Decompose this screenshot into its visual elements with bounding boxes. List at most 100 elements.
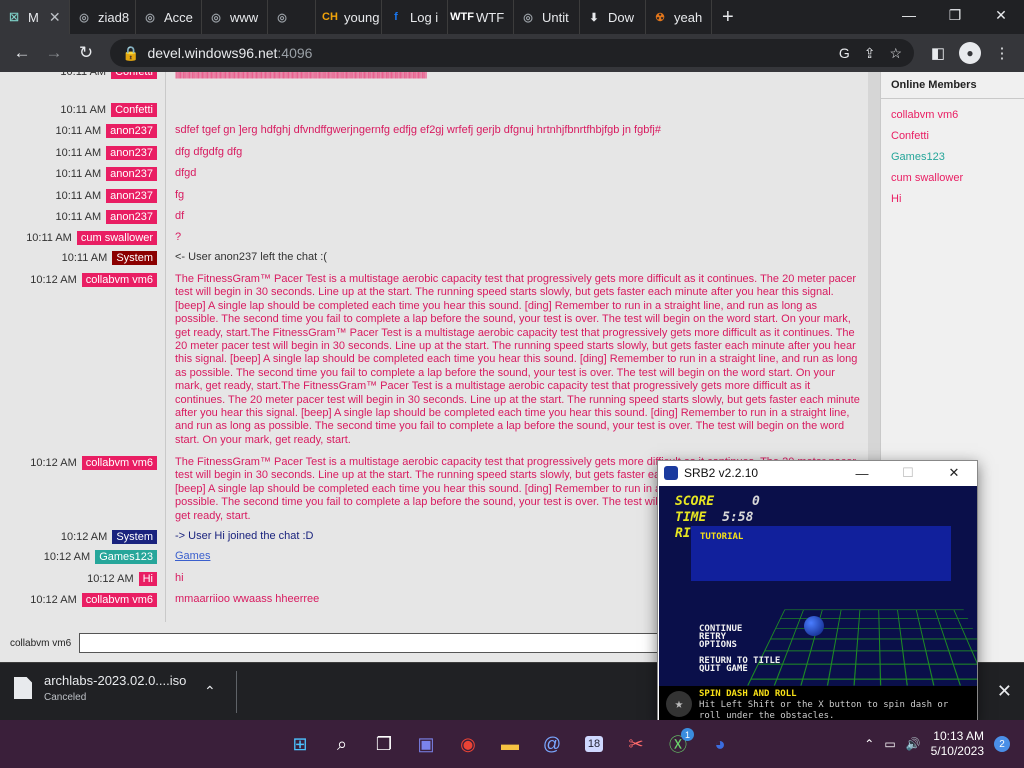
message-meta: 10:12 AM Hi — [87, 572, 157, 586]
message-text: ? — [175, 231, 182, 243]
online-members-heading: Online Members — [881, 72, 1024, 99]
volume-icon[interactable]: 🔊 — [906, 737, 921, 751]
xbox-icon[interactable]: Ⓧ 1 — [658, 724, 698, 764]
browser-tab[interactable]: WTF WTF — [448, 0, 514, 34]
search-icon[interactable]: ⌕ — [322, 724, 362, 764]
menu-quit-game[interactable]: QUIT GAME — [699, 665, 748, 674]
bookmark-star-icon[interactable]: ☆ — [889, 45, 902, 62]
windows-start-icon[interactable]: ⊞ — [280, 724, 320, 764]
message-username-badge[interactable]: anon237 — [106, 167, 157, 181]
member-item[interactable]: Hi — [891, 189, 1014, 210]
message-username-badge[interactable]: anon237 — [106, 210, 157, 224]
display-icon[interactable]: ▭ — [884, 737, 895, 751]
url-host: devel.windows96.net — [147, 45, 278, 61]
task-view-icon[interactable]: ❐ — [364, 724, 404, 764]
member-list: collabvm vm6 Confetti Games123 cum swallowe… — [881, 99, 1024, 216]
teams-chat-icon[interactable]: ▣ — [406, 724, 446, 764]
download-item[interactable]: archlabs-2023.02.0....iso Canceled — [14, 673, 186, 703]
message-text: fg — [175, 189, 185, 201]
close-window-icon[interactable]: ✕ — [978, 0, 1024, 30]
minimize-icon[interactable]: — — [886, 0, 932, 30]
browser-tab[interactable]: ☒ M ✕ — [0, 0, 70, 34]
message-username-badge[interactable]: cum swallower — [76, 231, 157, 245]
game-minimize-icon[interactable]: — — [839, 461, 885, 485]
message-username-badge[interactable]: anon237 — [106, 146, 157, 160]
address-bar[interactable]: 🔒 devel.windows96.net:4096 G ⇪ ☆ — [110, 39, 914, 67]
tab-label: Untit — [542, 9, 569, 25]
calendar-icon[interactable]: 18 — [574, 724, 614, 764]
game-canvas[interactable]: SCORE 0 TIME 5:58 RI TUTORIAL CONTINUE R… — [659, 486, 977, 721]
lock-icon[interactable]: 🔒 — [122, 45, 139, 62]
browser-tab[interactable]: ◎ ziad8 — [70, 0, 136, 34]
sonic-game-icon[interactable]: ◕ — [700, 724, 740, 764]
message-username-badge[interactable]: Confetti — [111, 72, 157, 79]
email-at-icon[interactable]: @ — [532, 724, 572, 764]
message-text: <- User anon237 left the chat :( — [175, 251, 327, 263]
game-titlebar[interactable]: SRB2 v2.2.10 — ☐ ✕ — [658, 461, 977, 485]
message-username-badge[interactable]: collabvm vm6 — [81, 273, 157, 287]
tab-favicon-icon: ◎ — [79, 11, 89, 24]
member-item[interactable]: cum swallower — [891, 168, 1014, 189]
message-text: dfg dfgdfg dfg — [175, 146, 243, 158]
side-panel-icon[interactable]: ◧ — [924, 39, 952, 67]
game-close-icon[interactable]: ✕ — [931, 461, 977, 485]
message-meta: 10:11 AM Confetti — [60, 103, 157, 117]
message-meta: 10:12 AM collabvm vm6 — [30, 273, 157, 287]
snipping-tool-icon[interactable]: ✂ — [616, 724, 656, 764]
tab-strip: ☒ M ✕ ◎ ziad8 ◎ Acce ◎ www ◎ CH young f Log i WTF WTF ◎ U… — [0, 0, 1024, 34]
clock-time: 10:13 AM — [933, 729, 984, 743]
message-username-badge[interactable]: collabvm vm6 — [81, 456, 157, 470]
tab-label: Acce — [164, 9, 193, 25]
browser-tab[interactable]: CH young — [316, 0, 382, 34]
message-text: The FitnessGram™ Pacer Test is a multist… — [175, 273, 860, 446]
game-maximize-icon[interactable]: ☐ — [885, 461, 931, 485]
menu-kebab-icon[interactable]: ⋮ — [988, 39, 1016, 67]
message-meta: 10:12 AM collabvm vm6 — [30, 456, 157, 470]
new-tab-icon[interactable]: + — [712, 0, 744, 34]
message-username-badge[interactable]: Confetti — [111, 103, 157, 117]
tab-close-icon[interactable]: ✕ — [49, 9, 61, 26]
member-item[interactable]: collabvm vm6 — [891, 105, 1014, 126]
profile-icon[interactable]: ● — [956, 39, 984, 67]
chevron-up-tray-icon[interactable]: ⌃ — [864, 737, 874, 751]
member-item[interactable]: Games123 — [891, 147, 1014, 168]
browser-tab[interactable]: f Log i — [382, 0, 448, 34]
close-download-bar-icon[interactable]: ✕ — [997, 681, 1012, 702]
tab-favicon-icon: ⬇ — [589, 11, 599, 24]
message-time: 10:11 AM — [60, 72, 107, 78]
message-username-badge[interactable]: System — [112, 251, 157, 265]
message-time: 10:12 AM — [30, 594, 77, 606]
message-username-badge[interactable]: System — [112, 530, 157, 544]
file-explorer-icon[interactable]: ▬ — [490, 724, 530, 764]
member-item[interactable]: Confetti — [891, 126, 1014, 147]
browser-tab[interactable]: ◎ — [268, 0, 316, 34]
message-meta: 10:11 AM anon237 — [56, 189, 157, 203]
browser-tab[interactable]: ☢ yeah — [646, 0, 712, 34]
message-username-badge[interactable]: Games123 — [95, 550, 157, 564]
file-icon — [14, 677, 32, 699]
message-time: 10:11 AM — [61, 252, 108, 264]
message-username-badge[interactable]: collabvm vm6 — [81, 593, 157, 607]
browser-tab[interactable]: ◎ www — [202, 0, 268, 34]
share-icon[interactable]: ⇪ — [864, 45, 876, 62]
back-icon[interactable]: ← — [8, 39, 36, 67]
google-lens-icon[interactable]: G — [839, 45, 850, 62]
taskbar-apps: ⊞ ⌕ ❐ ▣ ◉ ▬ @ 18 ✂ Ⓧ 1 ◕ — [280, 720, 740, 768]
chevron-up-icon[interactable]: ⌃ — [204, 683, 216, 700]
chrome-icon[interactable]: ◉ — [448, 724, 488, 764]
message-username-badge[interactable]: anon237 — [106, 189, 157, 203]
message-username-badge[interactable]: anon237 — [106, 124, 157, 138]
forward-icon[interactable]: → — [40, 39, 68, 67]
restore-icon[interactable]: ❐ — [932, 0, 978, 30]
browser-tab[interactable]: ◎ Untit — [514, 0, 580, 34]
message-username-badge[interactable]: Hi — [138, 572, 157, 586]
clock[interactable]: 10:13 AM 5/10/2023 — [931, 729, 984, 759]
game-ball — [804, 616, 824, 636]
notification-badge[interactable]: 2 — [994, 736, 1010, 752]
menu-options[interactable]: OPTIONS — [699, 641, 737, 650]
browser-tab[interactable]: ⬇ Dow — [580, 0, 646, 34]
reload-icon[interactable]: ↻ — [72, 39, 100, 67]
game-window[interactable]: SRB2 v2.2.10 — ☐ ✕ SCORE 0 TIME 5:58 RI … — [657, 460, 978, 722]
browser-tab[interactable]: ◎ Acce — [136, 0, 202, 34]
message-meta: 10:12 AM System — [61, 530, 157, 544]
